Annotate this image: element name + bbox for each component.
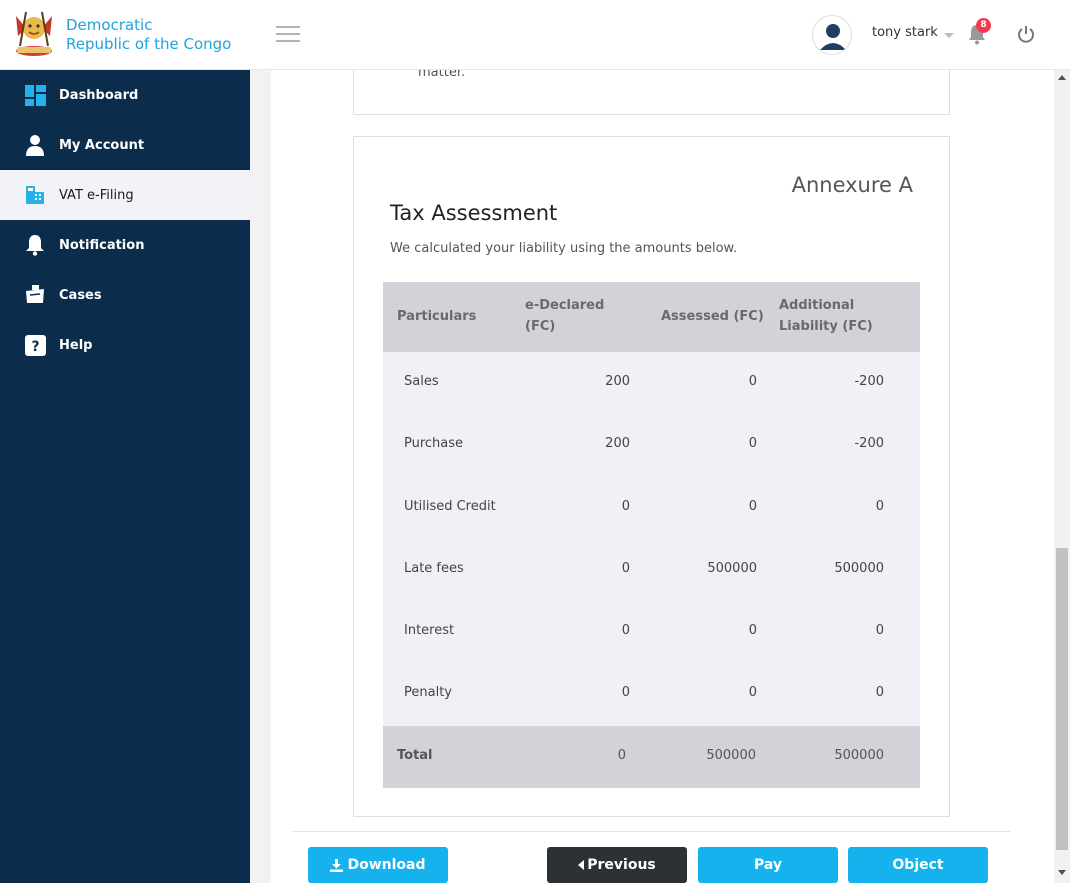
download-icon: [330, 858, 344, 872]
svg-text:?: ?: [31, 339, 39, 355]
cell-particular: Sales: [404, 374, 439, 389]
column-header-assessed: Assessed (FC): [661, 309, 764, 324]
cell-particular: Penalty: [404, 685, 452, 701]
previous-button[interactable]: Previous: [547, 847, 687, 883]
bell-icon: [24, 234, 46, 256]
help-icon: ?: [24, 334, 46, 356]
scroll-up-arrow-icon[interactable]: [1058, 75, 1066, 80]
sidebar-item-label: Notification: [59, 237, 145, 253]
cell-assessed: 0: [748, 436, 757, 452]
divider: [293, 831, 1010, 832]
column-header-e-declared: e-Declared (FC): [525, 298, 605, 334]
download-button[interactable]: Download: [308, 847, 448, 883]
notification-count-badge: 8: [976, 18, 991, 33]
table-row: Penalty 0 0 0: [383, 663, 920, 725]
coat-of-arms-logo: [8, 6, 60, 64]
cell-additional: 0: [875, 498, 884, 514]
cell-assessed: 0: [748, 498, 757, 514]
cell-declared: 200: [605, 436, 630, 452]
pay-button-label: Pay: [753, 857, 783, 873]
table-row: Late fees 0 500000 500000: [383, 539, 920, 601]
scrollbar[interactable]: [1054, 70, 1070, 883]
scrollbar-thumb[interactable]: [1056, 548, 1068, 850]
dashboard-icon: [24, 84, 46, 106]
brand-line-2: Republic of the Congo: [66, 35, 232, 53]
previous-button-label: Previous: [587, 857, 656, 873]
object-button-label: Object: [892, 857, 944, 873]
cell-particular: Late fees: [404, 560, 464, 576]
page-title: Tax Assessment: [390, 201, 558, 225]
download-button-label: Download: [347, 857, 426, 873]
annexure-label: Annexure A: [791, 173, 913, 197]
user-icon: [24, 134, 46, 156]
user-name[interactable]: tony stark: [872, 25, 938, 40]
cell-additional: 0: [875, 623, 884, 639]
annexure-card: Annexure A Tax Assessment We calculated …: [353, 136, 950, 817]
scroll-down-arrow-icon[interactable]: [1058, 870, 1066, 875]
column-header-additional-liability: Additional Liability (FC): [779, 298, 873, 334]
table-row: Sales 200 0 -200: [383, 352, 920, 414]
cell-declared: 200: [605, 374, 630, 389]
cell-additional: 0: [875, 685, 884, 701]
sidebar-item-label: My Account: [59, 137, 145, 153]
table-total-row: Total 0 500000 500000: [383, 725, 920, 788]
sidebar-item-help[interactable]: ? Help: [0, 320, 250, 370]
total-declared: 0: [617, 747, 626, 763]
previous-section-text: matter.: [418, 70, 466, 80]
cell-assessed: 0: [748, 374, 757, 389]
caret-left-icon: [578, 860, 585, 870]
object-button[interactable]: Object: [848, 847, 988, 883]
pay-button[interactable]: Pay: [698, 847, 838, 883]
menu-toggle-icon[interactable]: [276, 26, 300, 44]
sidebar-item-label: Help: [59, 337, 93, 353]
cell-declared: 0: [621, 560, 630, 576]
cell-assessed: 0: [748, 623, 757, 639]
total-additional: 500000: [834, 747, 884, 763]
cell-additional: -200: [854, 374, 884, 389]
sidebar-item-label: Cases: [59, 287, 102, 303]
sidebar-item-dashboard[interactable]: Dashboard: [0, 70, 250, 120]
cell-particular: Purchase: [404, 436, 464, 452]
sidebar-item-label: Dashboard: [59, 87, 139, 103]
sidebar-item-cases[interactable]: Cases: [0, 270, 250, 320]
sidebar-item-my-account[interactable]: My Account: [0, 120, 250, 170]
sidebar-item-vat-e-filing[interactable]: VAT e-Filing: [0, 170, 250, 220]
sidebar-item-notification[interactable]: Notification: [0, 220, 250, 270]
previous-section-card: matter.: [353, 70, 950, 115]
table-row: Interest 0 0 0: [383, 601, 920, 663]
page-subtitle: We calculated your liability using the a…: [390, 241, 738, 256]
cell-declared: 0: [621, 623, 630, 639]
cell-declared: 0: [621, 498, 630, 514]
chevron-down-icon[interactable]: [944, 33, 954, 38]
total-label: Total: [397, 747, 433, 763]
table-header: Particulars e-Declared (FC) Assessed (FC…: [383, 282, 920, 352]
avatar[interactable]: [812, 15, 852, 55]
cell-declared: 0: [621, 685, 630, 701]
power-logout-icon[interactable]: [1016, 24, 1036, 44]
assessment-table: Particulars e-Declared (FC) Assessed (FC…: [383, 282, 920, 788]
sidebar: Dashboard My Account VAT e-Filing Notifi…: [0, 70, 250, 883]
cell-additional: -200: [854, 436, 884, 452]
cell-particular: Interest: [404, 623, 455, 639]
brand[interactable]: Democratic Republic of the Congo: [0, 0, 250, 70]
main-content: matter. Annexure A Tax Assessment We cal…: [271, 70, 1054, 883]
cell-additional: 500000: [834, 560, 884, 576]
cell-particular: Utilised Credit: [404, 498, 496, 514]
brand-line-1: Democratic: [66, 16, 153, 34]
top-header: Democratic Republic of the Congo tony st…: [0, 0, 1070, 70]
vat-filing-icon: [24, 184, 46, 206]
table-body: Sales 200 0 -200 Purchase 200 0 -200 Uti…: [383, 352, 920, 726]
column-header-particulars: Particulars: [397, 309, 477, 324]
table-row: Purchase 200 0 -200: [383, 414, 920, 476]
sidebar-item-label: VAT e-Filing: [59, 187, 134, 203]
total-assessed: 500000: [706, 747, 756, 763]
cell-assessed: 500000: [707, 560, 757, 576]
cell-assessed: 0: [748, 685, 757, 701]
brand-name: Democratic Republic of the Congo: [66, 16, 231, 54]
cases-icon: [24, 284, 46, 306]
table-row: Utilised Credit 0 0 0: [383, 477, 920, 539]
